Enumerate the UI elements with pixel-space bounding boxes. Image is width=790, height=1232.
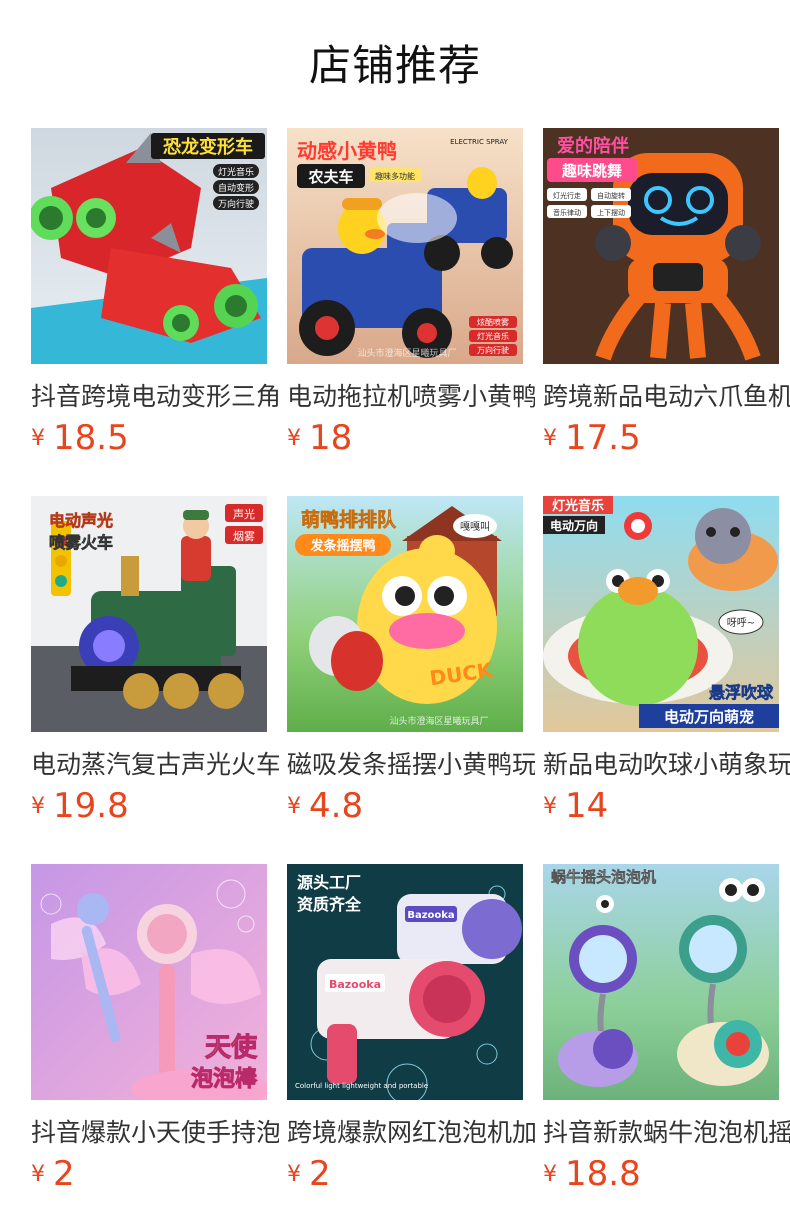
- price-value: 2: [309, 1154, 331, 1194]
- image-brand: Bazooka: [407, 910, 454, 921]
- image-bubble: 呀呼~: [727, 617, 755, 629]
- product-card[interactable]: 动感小黄鸭 农夫车 ELECTRIC SPRAY 趣味多功能 炫酷喷雾 灯光音乐…: [287, 128, 535, 468]
- image-tag: 音乐律动: [553, 208, 581, 217]
- image-tag: 自动旋转: [597, 191, 625, 200]
- product-price: ¥4.8: [287, 784, 363, 828]
- price-value: 2: [53, 1154, 75, 1194]
- price-value: 17.5: [565, 418, 641, 458]
- product-image-steam-train[interactable]: 电动声光 喷雾火车 声光 烟雾: [31, 496, 267, 732]
- currency-symbol: ¥: [543, 1161, 557, 1187]
- product-image-wind-up-duck[interactable]: 萌鸭排排队 发条摇摆鸭 嘎嘎叫 DUCK 汕头市澄海区星曦玩具厂: [287, 496, 523, 732]
- product-card[interactable]: 萌鸭排排队 发条摇摆鸭 嘎嘎叫 DUCK 汕头市澄海区星曦玩具厂 磁吸发条摇摆小…: [287, 496, 535, 836]
- image-tag: 趣味多功能: [375, 171, 415, 181]
- section-title: 店铺推荐: [308, 41, 481, 90]
- image-sublabel: 喷雾火车: [49, 533, 113, 552]
- product-price: ¥18: [287, 416, 352, 460]
- product-price: ¥2: [287, 1152, 331, 1196]
- price-value: 4.8: [309, 786, 364, 826]
- price-value: 19.8: [53, 786, 129, 826]
- image-label: 天使: [205, 1033, 258, 1063]
- product-image-angel-bubble-wand[interactable]: 天使 泡泡棒: [31, 864, 267, 1100]
- currency-symbol: ¥: [31, 425, 45, 451]
- image-tag: 万向行驶: [477, 345, 509, 355]
- product-name[interactable]: 抖音新款蜗牛泡泡机摇头: [543, 1116, 790, 1150]
- image-brand: Bazooka: [329, 978, 381, 991]
- image-watermark: 汕头市澄海区星曦玩具厂: [389, 715, 488, 727]
- product-name[interactable]: 电动蒸汽复古声光火车: [31, 748, 279, 782]
- image-tag: 烟雾: [233, 529, 255, 543]
- currency-symbol: ¥: [287, 425, 301, 451]
- product-price: ¥18.8: [543, 1152, 641, 1196]
- product-name[interactable]: 跨境新品电动六爪鱼机器人: [543, 380, 790, 414]
- image-label: 源头工厂: [297, 873, 361, 892]
- image-tag: 自动变形: [218, 182, 254, 194]
- image-sublabel: 发条摇摆鸭: [309, 538, 375, 554]
- image-label: 萌鸭排排队: [301, 508, 397, 531]
- image-label: 爱的陪伴: [557, 135, 629, 157]
- image-watermark: 汕头市澄海区星曦玩具厂: [357, 347, 456, 359]
- product-image-octopus-robot[interactable]: 爱的陪伴 趣味跳舞 灯光行走 自动旋转 音乐律动 上下摆动: [543, 128, 779, 364]
- price-value: 14: [565, 786, 609, 826]
- image-caption: Colorful light lightweight and portable: [295, 1082, 428, 1090]
- product-name[interactable]: 抖音跨境电动变形三角龙: [31, 380, 279, 414]
- product-price: ¥19.8: [31, 784, 129, 828]
- product-image-snail-bubble-machine[interactable]: 蜗牛摇头泡泡机: [543, 864, 779, 1100]
- product-card[interactable]: 天使 泡泡棒 抖音爆款小天使手持泡泡棒 ¥2: [31, 864, 279, 1204]
- image-sublabel: 农夫车: [307, 168, 353, 186]
- image-sublabel: 泡泡棒: [191, 1066, 258, 1092]
- product-name[interactable]: 新品电动吹球小萌象玩具: [543, 748, 790, 782]
- price-value: 18.8: [565, 1154, 641, 1194]
- product-image-duck-tractor[interactable]: 动感小黄鸭 农夫车 ELECTRIC SPRAY 趣味多功能 炫酷喷雾 灯光音乐…: [287, 128, 523, 364]
- image-tag: 悬浮吹球: [708, 683, 774, 702]
- product-card[interactable]: Bazooka Bazooka 源头工厂 资质齐全 Colorful light…: [287, 864, 535, 1204]
- image-label: 灯光音乐: [552, 498, 604, 514]
- image-tag: 灯光行走: [553, 191, 581, 200]
- product-image-dino-car[interactable]: 恐龙变形车 灯光音乐 自动变形 万向行驶: [31, 128, 267, 364]
- product-card[interactable]: 电动声光 喷雾火车 声光 烟雾 电动蒸汽复古声光火车 ¥19.8: [31, 496, 279, 836]
- product-price: ¥17.5: [543, 416, 641, 460]
- currency-symbol: ¥: [31, 1161, 45, 1187]
- product-card[interactable]: 爱的陪伴 趣味跳舞 灯光行走 自动旋转 音乐律动 上下摆动 跨境新品电动六爪鱼机…: [543, 128, 790, 468]
- product-name[interactable]: 抖音爆款小天使手持泡泡棒: [31, 1116, 279, 1150]
- product-price: ¥18.5: [31, 416, 129, 460]
- currency-symbol: ¥: [543, 793, 557, 819]
- product-card[interactable]: 恐龙变形车 灯光音乐 自动变形 万向行驶 抖音跨境电动变形三角龙 ¥18.5: [31, 128, 279, 468]
- image-label: 动感小黄鸭: [297, 139, 397, 163]
- image-tag: 灯光音乐: [218, 166, 254, 178]
- currency-symbol: ¥: [287, 1161, 301, 1187]
- image-bubble: 嘎嘎叫: [460, 521, 490, 533]
- currency-symbol: ¥: [543, 425, 557, 451]
- product-card[interactable]: 蜗牛摇头泡泡机 抖音新款蜗牛泡泡机摇头 ¥18.8: [543, 864, 790, 1204]
- image-label: 恐龙变形车: [163, 136, 253, 158]
- price-value: 18.5: [53, 418, 129, 458]
- image-tag: 万向行驶: [218, 198, 254, 210]
- price-value: 18: [309, 418, 353, 458]
- image-tag: 灯光音乐: [477, 331, 509, 341]
- product-image-bubble-gun[interactable]: Bazooka Bazooka 源头工厂 资质齐全 Colorful light…: [287, 864, 523, 1100]
- image-sublabel: 资质齐全: [297, 895, 362, 914]
- image-label: 蜗牛摇头泡泡机: [551, 868, 656, 886]
- product-image-ball-blower[interactable]: 灯光音乐 电动万向 呀呼~ 悬浮吹球 电动万向萌宠: [543, 496, 779, 732]
- image-corner: ELECTRIC SPRAY: [450, 138, 508, 146]
- product-name[interactable]: 电动拖拉机喷雾小黄鸭农夫车: [287, 380, 535, 414]
- image-tag: 电动万向萌宠: [664, 708, 754, 726]
- image-label: 电动声光: [49, 511, 113, 530]
- product-name[interactable]: 跨境爆款网红泡泡机加特林: [287, 1116, 535, 1150]
- image-tag: 上下摆动: [597, 208, 625, 217]
- product-price: ¥2: [31, 1152, 75, 1196]
- image-tag: 声光: [233, 507, 255, 521]
- currency-symbol: ¥: [31, 793, 45, 819]
- currency-symbol: ¥: [287, 793, 301, 819]
- product-name[interactable]: 磁吸发条摇摆小黄鸭玩具: [287, 748, 535, 782]
- image-sublabel: 电动万向: [550, 518, 598, 533]
- image-sublabel: 趣味跳舞: [561, 162, 622, 180]
- product-card[interactable]: 灯光音乐 电动万向 呀呼~ 悬浮吹球 电动万向萌宠 新品电动吹球小萌象玩具 ¥1…: [543, 496, 790, 836]
- image-tag: 炫酷喷雾: [477, 317, 509, 327]
- product-price: ¥14: [543, 784, 608, 828]
